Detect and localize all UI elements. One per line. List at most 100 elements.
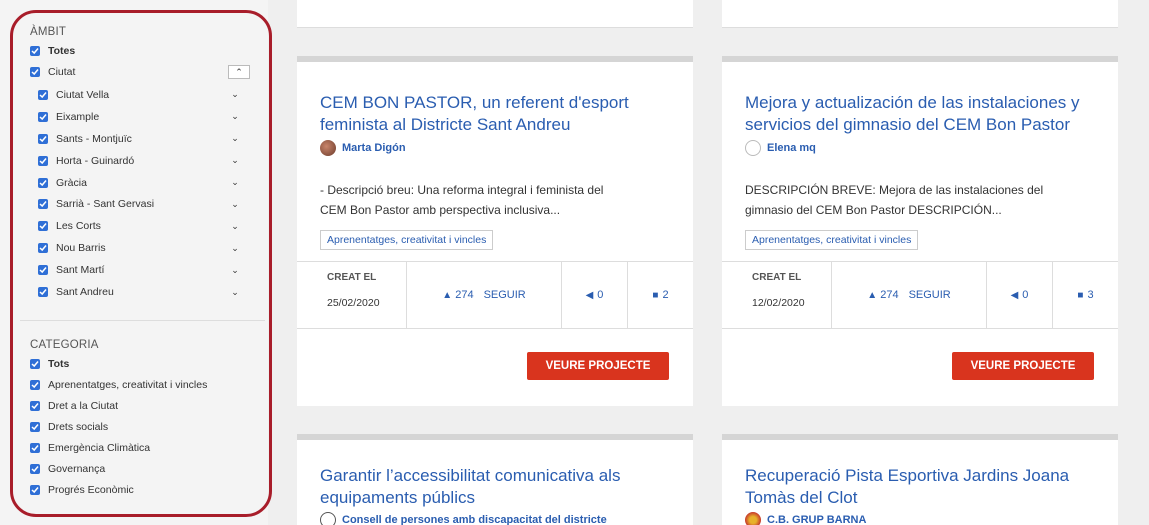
filter-label: Aprenentatges, creativitat i vincles (48, 379, 208, 391)
bell-icon: ▲ (867, 290, 878, 301)
filter-ambit-sarria[interactable]: Sarrià - Sant Gervasi (38, 196, 154, 212)
checkbox-icon[interactable] (30, 67, 40, 77)
chevron-down-icon[interactable]: ⌄ (230, 243, 240, 254)
collapse-chevron-up-icon[interactable]: ⌃ (228, 65, 250, 79)
chevron-down-icon[interactable]: ⌄ (230, 221, 240, 232)
project-author[interactable]: Consell de persones amb discapacitat del… (320, 512, 607, 525)
filter-ambit-horta[interactable]: Horta - Guinardó (38, 153, 134, 169)
filter-categoria-drets-socials[interactable]: Drets socials (30, 419, 108, 435)
divider (20, 320, 265, 321)
checkbox-icon[interactable] (38, 112, 48, 122)
project-title-line[interactable]: Recuperació Pista Esportiva Jardins Joan… (745, 465, 1069, 487)
checkbox-icon[interactable] (30, 422, 40, 432)
card-partial-top-left (297, 0, 693, 28)
project-author[interactable]: Elena mq (745, 140, 816, 156)
checkbox-icon[interactable] (38, 178, 48, 188)
checkbox-icon[interactable] (38, 243, 48, 253)
project-title-line[interactable]: Garantir l’accessibilitat comunicativa a… (320, 465, 620, 487)
checkbox-icon[interactable] (30, 46, 40, 56)
checkbox-icon[interactable] (30, 443, 40, 453)
project-title-line[interactable]: feminista al Districte Sant Andreu (320, 114, 629, 136)
filter-ambit-totes[interactable]: Totes (30, 43, 75, 59)
filter-label: Nou Barris (56, 242, 106, 254)
created-value: 25/02/2020 (327, 297, 380, 309)
project-title-line[interactable]: servicios del gimnasio del CEM Bon Pasto… (745, 114, 1080, 136)
project-title[interactable]: Recuperació Pista Esportiva Jardins Joan… (745, 465, 1069, 509)
project-author[interactable]: Marta Digón (320, 140, 406, 156)
chevron-down-icon[interactable]: ⌄ (230, 199, 240, 210)
chevron-down-icon[interactable]: ⌄ (230, 265, 240, 276)
checkbox-icon[interactable] (30, 485, 40, 495)
project-title[interactable]: CEM BON PASTOR, un referent d'esport fem… (320, 92, 629, 136)
chevron-down-icon[interactable]: ⌄ (230, 111, 240, 122)
chevron-down-icon[interactable]: ⌄ (230, 89, 240, 100)
filter-ambit-sants[interactable]: Sants - Montjuïc (38, 131, 132, 147)
checkbox-icon[interactable] (38, 156, 48, 166)
author-name[interactable]: C.B. GRUP BARNA (767, 514, 866, 525)
filter-categoria-tots[interactable]: Tots (30, 356, 69, 372)
club-logo-icon (745, 512, 761, 525)
chevron-down-icon[interactable]: ⌄ (230, 177, 240, 188)
created-label: CREAT EL (752, 272, 802, 283)
comments[interactable]: ■ 2 (628, 262, 693, 328)
filter-label: Les Corts (56, 220, 101, 232)
filter-categoria-aprenentatges[interactable]: Aprenentatges, creativitat i vincles (30, 377, 207, 393)
filter-ambit-eixample[interactable]: Eixample (38, 109, 99, 125)
project-title[interactable]: Garantir l’accessibilitat comunicativa a… (320, 465, 620, 509)
project-card: Recuperació Pista Esportiva Jardins Joan… (722, 434, 1118, 525)
checkbox-icon[interactable] (30, 380, 40, 390)
checkbox-icon[interactable] (30, 359, 40, 369)
filter-ambit-sant-marti[interactable]: Sant Martí (38, 262, 104, 278)
checkbox-icon[interactable] (38, 287, 48, 297)
project-title-line[interactable]: Tomàs del Clot (745, 487, 1069, 509)
checkbox-icon[interactable] (38, 199, 48, 209)
filter-ambit-les-corts[interactable]: Les Corts (38, 218, 101, 234)
view-project-button[interactable]: VEURE PROJECTE (952, 352, 1094, 380)
filter-ambit-ciutat-vella[interactable]: Ciutat Vella (38, 87, 109, 103)
filter-categoria-governanca[interactable]: Governança (30, 461, 105, 477)
filter-ambit-sant-andreu[interactable]: Sant Andreu (38, 284, 114, 300)
filter-label: Ciutat Vella (56, 89, 110, 101)
checkbox-icon[interactable] (38, 90, 48, 100)
checkbox-icon[interactable] (38, 265, 48, 275)
author-name[interactable]: Consell de persones amb discapacitat del… (342, 514, 607, 525)
author-name[interactable]: Elena mq (767, 142, 816, 154)
project-title[interactable]: Mejora y actualización de las instalacio… (745, 92, 1080, 136)
author-name[interactable]: Marta Digón (342, 142, 406, 154)
category-tag[interactable]: Aprenentatges, creativitat i vincles (745, 230, 919, 250)
filter-label: Horta - Guinardó (56, 155, 135, 167)
checkbox-icon[interactable] (30, 401, 40, 411)
filter-ambit-nou-barris[interactable]: Nou Barris (38, 240, 106, 256)
project-title-line[interactable]: equipaments públics (320, 487, 620, 509)
filter-ambit-gracia[interactable]: Gràcia (38, 175, 87, 191)
comments[interactable]: ■ 3 (1053, 262, 1118, 328)
checkbox-icon[interactable] (38, 134, 48, 144)
follow-section[interactable]: ▲ 274 SEGUIR (407, 262, 562, 328)
filter-ambit-ciutat[interactable]: Ciutat (30, 64, 75, 80)
filter-categoria-dret-ciutat[interactable]: Dret a la Ciutat (30, 398, 118, 414)
follow-button[interactable]: SEGUIR (909, 289, 951, 301)
filter-categoria-progres[interactable]: Progrés Econòmic (30, 482, 134, 498)
project-author[interactable]: C.B. GRUP BARNA (745, 512, 866, 525)
project-description: - Descripció breu: Una reforma integral … (320, 180, 675, 220)
card-partial-top-right (722, 0, 1118, 28)
project-title-line[interactable]: Mejora y actualización de las instalacio… (745, 92, 1080, 114)
category-tag[interactable]: Aprenentatges, creativitat i vincles (320, 230, 494, 250)
votes[interactable]: ◀ 0 (562, 262, 628, 328)
filter-label: Progrés Econòmic (48, 484, 134, 496)
chevron-down-icon[interactable]: ⌄ (230, 287, 240, 298)
chevron-down-icon[interactable]: ⌄ (230, 155, 240, 166)
filter-label: Ciutat (48, 66, 76, 78)
comment-icon: ■ (1077, 289, 1084, 301)
view-project-button[interactable]: VEURE PROJECTE (527, 352, 669, 380)
chevron-down-icon[interactable]: ⌄ (230, 133, 240, 144)
checkbox-icon[interactable] (30, 464, 40, 474)
avatar (745, 140, 761, 156)
description-line: DESCRIPCIÓN BREVE: Mejora de las instala… (745, 183, 1044, 197)
filter-categoria-emergencia[interactable]: Emergència Climàtica (30, 440, 150, 456)
follow-section[interactable]: ▲ 274 SEGUIR (832, 262, 987, 328)
votes[interactable]: ◀ 0 (987, 262, 1053, 328)
checkbox-icon[interactable] (38, 221, 48, 231)
project-title-line[interactable]: CEM BON PASTOR, un referent d'esport (320, 92, 629, 114)
follow-button[interactable]: SEGUIR (484, 289, 526, 301)
